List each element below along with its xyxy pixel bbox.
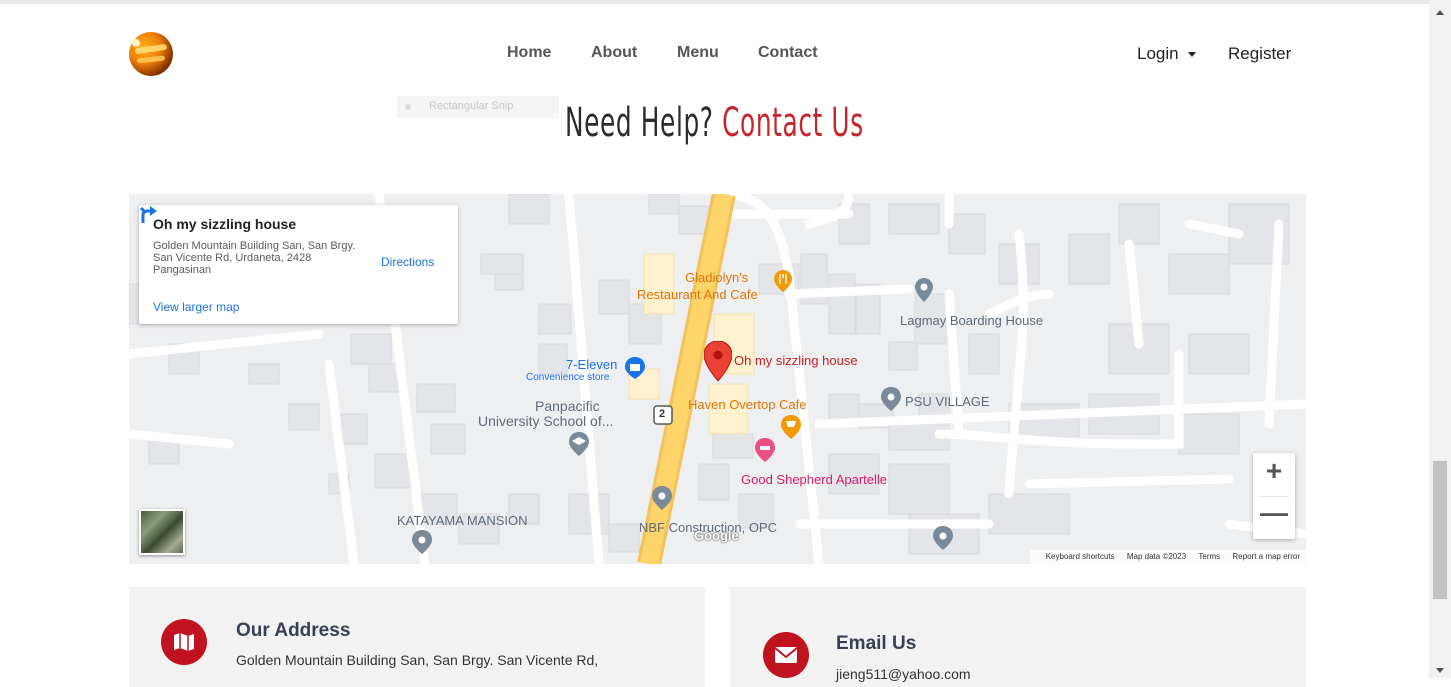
map-label-katayama[interactable]: KATAYAMA MANSION <box>397 513 528 528</box>
map-label-good-shepherd[interactable]: Good Shepherd Apartelle <box>741 472 887 487</box>
hotel-marker-icon[interactable] <box>755 438 775 462</box>
nav-contact[interactable]: Contact <box>758 44 818 62</box>
construction-marker-icon[interactable] <box>652 486 672 510</box>
map-label-7-eleven[interactable]: 7-Eleven <box>566 357 617 372</box>
nav-home[interactable]: Home <box>507 44 551 62</box>
map-label-panpacific-school[interactable]: University School of... <box>478 413 613 429</box>
view-larger-map-link[interactable]: View larger map <box>153 300 239 314</box>
map-label-gladiolyn[interactable]: Gladiolyn's <box>685 270 748 285</box>
map-label-panpacific[interactable]: Panpacific <box>535 398 600 414</box>
map-label-lagmay[interactable]: Lagmay Boarding House <box>900 313 1043 328</box>
embedded-map[interactable]: Oh my sizzling house Golden Mountain Bui… <box>129 194 1306 564</box>
map-label-haven-cafe[interactable]: Haven Overtop Cafe <box>688 397 807 412</box>
address-card: Our Address Golden Mountain Building San… <box>129 587 705 687</box>
zoom-controls: + — <box>1253 453 1295 539</box>
psu-village-marker-icon[interactable] <box>881 387 901 411</box>
top-border <box>0 0 1429 4</box>
place-address: Golden Mountain Building San, San Brgy. … <box>153 240 356 276</box>
map-data-text: Map data ©2023 <box>1126 552 1187 561</box>
keyboard-shortcuts-link[interactable]: Keyboard shortcuts <box>1046 552 1115 561</box>
directions-icon[interactable] <box>139 205 159 225</box>
mansion-marker-icon[interactable] <box>412 530 432 554</box>
caret-down-icon[interactable] <box>1188 52 1196 57</box>
place-name: Oh my sizzling house <box>153 216 297 232</box>
poi-marker-icon[interactable] <box>933 526 953 550</box>
snip-overlay: Rectangular Snip <box>397 96 559 118</box>
route-number: 2 <box>659 408 666 420</box>
boarding-house-marker-icon[interactable] <box>915 278 933 302</box>
site-logo[interactable] <box>129 32 173 76</box>
directions-link[interactable]: Directions <box>381 255 434 269</box>
place-info-card: Oh my sizzling house Golden Mountain Bui… <box>139 205 458 324</box>
page-title: Need Help? Contact Us <box>565 100 864 146</box>
google-logo: Google <box>694 528 739 543</box>
cafe-marker-icon[interactable] <box>781 415 801 439</box>
store-marker-icon[interactable] <box>625 357 645 379</box>
scroll-up-icon[interactable] <box>1436 10 1444 15</box>
envelope-icon <box>763 632 809 678</box>
email-address[interactable]: jieng511@yahoo.com <box>836 666 971 682</box>
register-link[interactable]: Register <box>1228 44 1291 64</box>
email-card: Email Us jieng511@yahoo.com <box>730 587 1306 687</box>
selected-location-pin-icon[interactable] <box>704 341 732 381</box>
map-label-selected-place[interactable]: Oh my sizzling house <box>734 353 858 368</box>
nav-about[interactable]: About <box>591 44 637 62</box>
address-title: Our Address <box>236 620 351 641</box>
map-attribution: Keyboard shortcuts Map data ©2023 Terms … <box>1029 550 1306 564</box>
map-icon <box>161 619 207 665</box>
zoom-in-button[interactable]: + <box>1253 455 1295 487</box>
map-label-convenience-store: Convenience store <box>526 372 610 383</box>
map-label-psu-village[interactable]: PSU VILLAGE <box>905 394 990 409</box>
email-title: Email Us <box>836 633 917 654</box>
terms-link[interactable]: Terms <box>1198 552 1220 561</box>
scrollbar-thumb[interactable] <box>1433 461 1447 599</box>
school-marker-icon[interactable] <box>569 432 589 456</box>
satellite-toggle-button[interactable] <box>139 509 185 555</box>
map-label-gladiolyn-cafe[interactable]: Restaurant And Cafe <box>637 287 758 302</box>
address-text: Golden Mountain Building San, San Brgy. … <box>236 652 599 668</box>
report-map-error-link[interactable]: Report a map error <box>1232 552 1300 561</box>
zoom-out-button[interactable]: — <box>1253 497 1295 529</box>
scroll-down-icon[interactable] <box>1436 668 1444 673</box>
restaurant-marker-icon[interactable] <box>774 270 792 292</box>
nav-menu[interactable]: Menu <box>677 44 719 62</box>
page-scrollbar[interactable] <box>1429 0 1451 678</box>
login-dropdown[interactable]: Login <box>1137 44 1179 64</box>
